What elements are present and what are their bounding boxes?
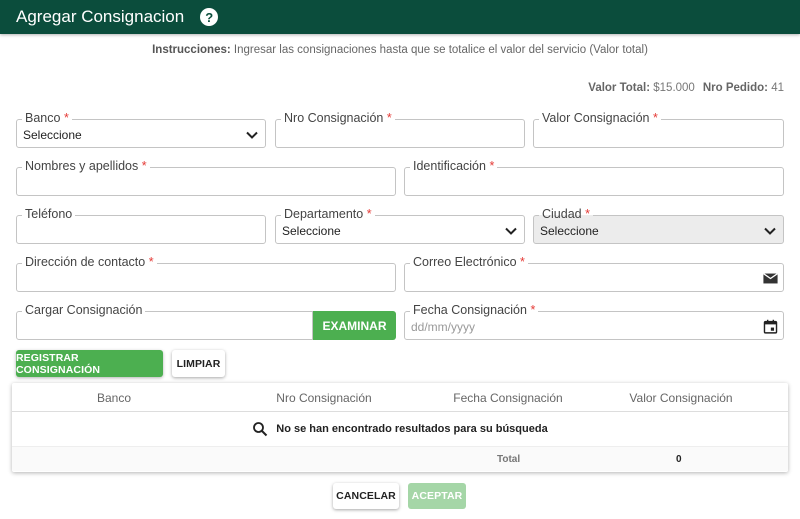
valor-total-value: $15.000 [650, 82, 695, 94]
chevron-down-icon [246, 131, 258, 139]
fecha-consignacion-input[interactable]: Fecha Consignación * dd/mm/yyyy [404, 302, 784, 340]
departamento-value: Seleccione [282, 224, 341, 238]
cargar-consignacion-file[interactable]: Cargar Consignación [16, 302, 313, 340]
instructions-label: Instrucciones: [152, 44, 231, 56]
telefono-label: Teléfono [22, 206, 76, 222]
total-label: Total [497, 454, 521, 465]
identificacion-input[interactable]: Identificación * [404, 158, 784, 196]
correo-input[interactable]: Correo Electrónico * [404, 254, 784, 292]
valor-consignacion-input[interactable]: Valor Consignación * [533, 110, 784, 148]
instructions-body: Ingresar las consignaciones hasta que se… [230, 44, 648, 56]
nombres-label: Nombres y apellidos [25, 159, 139, 173]
empty-results-row: No se han encontrado resultados para su … [12, 412, 788, 447]
empty-results-message: No se han encontrado resultados para su … [276, 423, 548, 435]
direccion-label: Dirección de contacto [25, 255, 146, 269]
instructions-text: Instrucciones: Ingresar las consignacion… [0, 44, 800, 56]
limpiar-button[interactable]: LIMPIAR [172, 350, 225, 377]
correo-label: Correo Electrónico [413, 255, 517, 269]
ciudad-value: Seleccione [540, 224, 599, 238]
ciudad-label: Ciudad [542, 207, 582, 221]
envelope-icon [763, 273, 778, 284]
help-icon[interactable]: ? [200, 8, 219, 26]
total-row: Total 0 [12, 447, 788, 471]
cancelar-button[interactable]: CANCELAR [333, 483, 399, 509]
column-nro-consignacion: Nro Consignación [276, 391, 372, 405]
cargar-consignacion-label: Cargar Consignación [22, 302, 146, 318]
column-fecha-consignacion: Fecha Consignación [453, 391, 563, 405]
banco-label: Banco [25, 111, 61, 125]
fecha-placeholder: dd/mm/yyyy [411, 320, 476, 334]
valor-total-label: Valor Total: [588, 82, 651, 94]
column-valor-consignacion: Valor Consignación [629, 391, 733, 405]
nro-pedido-label: Nro Pedido: [702, 82, 768, 94]
direccion-input[interactable]: Dirección de contacto * [16, 254, 396, 292]
aceptar-button[interactable]: ACEPTAR [408, 483, 466, 509]
total-value: 0 [676, 454, 682, 465]
departamento-select[interactable]: Departamento * Seleccione [275, 206, 525, 244]
telefono-input[interactable]: Teléfono [16, 206, 266, 244]
search-icon [253, 422, 268, 437]
order-totals: Valor Total: $15.000 Nro Pedido: 41 [588, 82, 784, 94]
nombres-input[interactable]: Nombres y apellidos * [16, 158, 396, 196]
calendar-icon[interactable] [762, 318, 779, 335]
banco-value: Seleccione [23, 128, 82, 142]
examinar-button[interactable]: EXAMINAR [313, 311, 396, 340]
dialog-title: Agregar Consignacion [16, 7, 185, 26]
nro-consignacion-label: Nro Consignación [284, 111, 384, 125]
consignaciones-table: Banco Nro Consignación Fecha Consignació… [12, 383, 788, 472]
nro-consignacion-input[interactable]: Nro Consignación * [275, 110, 525, 148]
fecha-consignacion-label: Fecha Consignación [413, 303, 527, 317]
column-banco: Banco [96, 391, 132, 405]
banco-select[interactable]: Banco * Seleccione [16, 110, 266, 148]
chevron-down-icon [764, 227, 776, 235]
chevron-down-icon [505, 227, 517, 235]
departamento-label: Departamento [284, 207, 364, 221]
identificacion-label: Identificación [413, 159, 486, 173]
dialog-header: Agregar Consignacion ? [0, 0, 800, 34]
registrar-consignacion-button[interactable]: REGISTRAR CONSIGNACIÓN [16, 350, 163, 377]
ciudad-select[interactable]: Ciudad * Seleccione [533, 206, 784, 244]
valor-consignacion-label: Valor Consignación [542, 111, 650, 125]
table-header: Banco Nro Consignación Fecha Consignació… [12, 383, 788, 412]
nro-pedido-value: 41 [768, 82, 784, 94]
